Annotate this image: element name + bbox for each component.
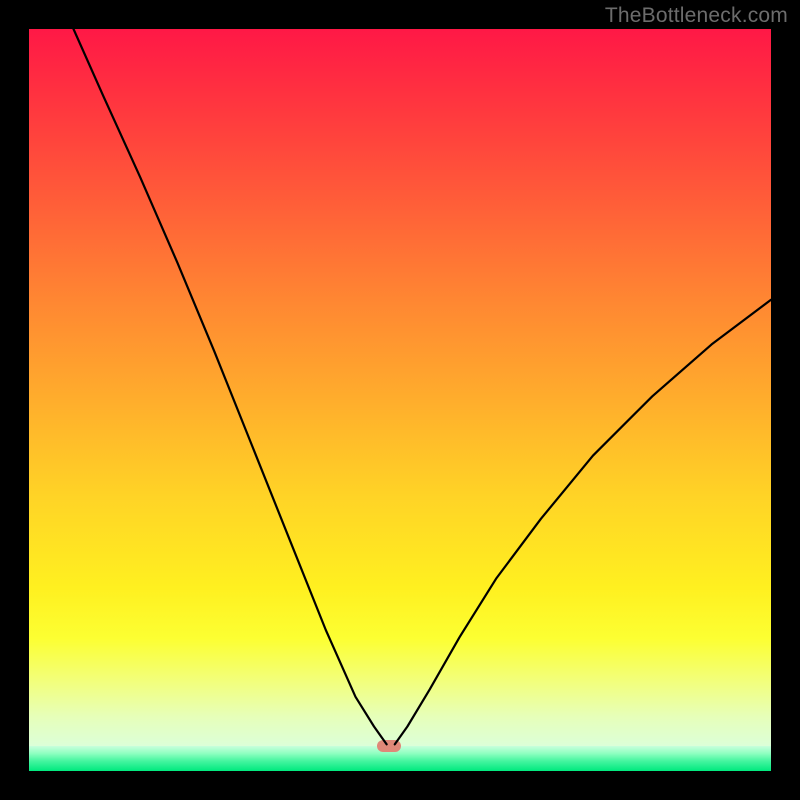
plot-area bbox=[29, 29, 771, 771]
chart-frame: TheBottleneck.com bbox=[0, 0, 800, 800]
curve-right-branch bbox=[395, 300, 771, 745]
curve-left-branch bbox=[74, 29, 387, 744]
watermark-text: TheBottleneck.com bbox=[605, 4, 788, 28]
bottleneck-curve bbox=[29, 29, 771, 771]
